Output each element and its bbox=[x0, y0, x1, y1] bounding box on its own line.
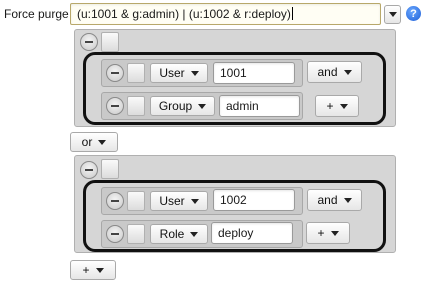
add-group-label: + bbox=[82, 263, 90, 277]
connector-select[interactable]: and bbox=[307, 61, 362, 83]
field-label-force-purge: Force purge bbox=[4, 7, 69, 21]
add-condition-button[interactable]: + bbox=[306, 222, 350, 244]
condition-value-input[interactable]: 1002 bbox=[213, 189, 295, 211]
group-connector-select[interactable]: or bbox=[70, 132, 118, 152]
condition-type-select[interactable]: User bbox=[150, 63, 208, 83]
condition-type-label: Group bbox=[158, 99, 193, 113]
remove-group-1-button[interactable] bbox=[80, 33, 98, 51]
condition-type-label: User bbox=[159, 194, 185, 208]
condition-type-label: Role bbox=[159, 227, 185, 241]
condition-type-select[interactable]: Group bbox=[150, 96, 215, 116]
add-condition-button[interactable]: + bbox=[315, 95, 359, 117]
chevron-down-icon bbox=[98, 139, 107, 145]
remove-condition-button[interactable] bbox=[106, 225, 124, 243]
chevron-down-icon bbox=[330, 230, 339, 236]
add-label: + bbox=[317, 226, 325, 240]
connector-label: and bbox=[317, 193, 338, 207]
condition-type-select[interactable]: User bbox=[150, 191, 208, 211]
condition-value-input[interactable]: deploy bbox=[211, 222, 293, 244]
condition-value-input[interactable]: 1001 bbox=[213, 62, 295, 84]
condition-toggle-button[interactable] bbox=[127, 96, 145, 116]
expression-dropdown-button[interactable] bbox=[384, 5, 401, 24]
condition-toggle-button[interactable] bbox=[127, 63, 145, 83]
remove-group-2-button[interactable] bbox=[80, 161, 98, 179]
expression-text: (u:1001 & g:admin) | (u:1002 & r:deploy) bbox=[77, 7, 291, 21]
chevron-down-icon bbox=[190, 231, 199, 237]
group-connector-label: or bbox=[81, 135, 93, 149]
chevron-down-icon bbox=[190, 70, 199, 76]
connector-label: and bbox=[317, 65, 338, 79]
connector-select[interactable]: and bbox=[307, 189, 362, 211]
add-group-button[interactable]: + bbox=[70, 260, 116, 280]
text-caret bbox=[291, 7, 293, 20]
chevron-down-icon bbox=[95, 267, 104, 273]
remove-condition-button[interactable] bbox=[106, 192, 124, 210]
condition-type-select[interactable]: Role bbox=[150, 224, 208, 244]
expression-input[interactable]: (u:1001 & g:admin) | (u:1002 & r:deploy) bbox=[70, 3, 381, 25]
chevron-down-icon bbox=[343, 69, 352, 75]
chevron-down-icon bbox=[190, 198, 199, 204]
group-1-toggle-button[interactable] bbox=[101, 32, 119, 52]
help-icon[interactable]: ? bbox=[406, 6, 421, 21]
chevron-down-icon bbox=[198, 103, 207, 109]
chevron-down-icon bbox=[339, 103, 348, 109]
condition-value-input[interactable]: admin bbox=[219, 95, 300, 117]
add-label: + bbox=[326, 99, 334, 113]
remove-condition-button[interactable] bbox=[106, 97, 124, 115]
condition-type-label: User bbox=[159, 66, 185, 80]
condition-toggle-button[interactable] bbox=[127, 191, 145, 211]
chevron-down-icon bbox=[388, 12, 397, 17]
condition-toggle-button[interactable] bbox=[127, 224, 145, 244]
group-2-toggle-button[interactable] bbox=[101, 159, 119, 179]
chevron-down-icon bbox=[343, 197, 352, 203]
remove-condition-button[interactable] bbox=[106, 64, 124, 82]
